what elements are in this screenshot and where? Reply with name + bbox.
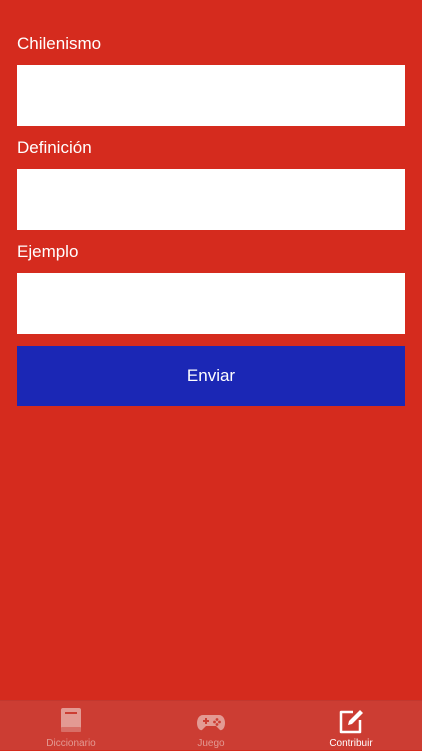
tab-diccionario-label: Diccionario (46, 738, 96, 749)
definicion-label: Definición (17, 138, 92, 157)
tab-contribuir[interactable]: Contribuir (281, 701, 421, 751)
ejemplo-label: Ejemplo (17, 242, 79, 261)
tab-contribuir-label: Contribuir (329, 738, 373, 749)
enviar-button[interactable]: Enviar (17, 346, 405, 406)
tab-juego-label: Juego (197, 738, 225, 749)
ejemplo-input[interactable] (17, 273, 405, 334)
chilenismo-input[interactable] (17, 65, 405, 126)
compose-icon (336, 707, 366, 735)
tab-diccionario[interactable]: Diccionario (1, 701, 141, 751)
gamepad-icon (196, 707, 226, 735)
book-icon (56, 707, 86, 735)
tab-juego[interactable]: Juego (141, 701, 281, 751)
definicion-input[interactable] (17, 169, 405, 230)
chilenismo-label: Chilenismo (17, 34, 102, 53)
tab-bar: Diccionario Juego Contribuir (0, 700, 422, 750)
